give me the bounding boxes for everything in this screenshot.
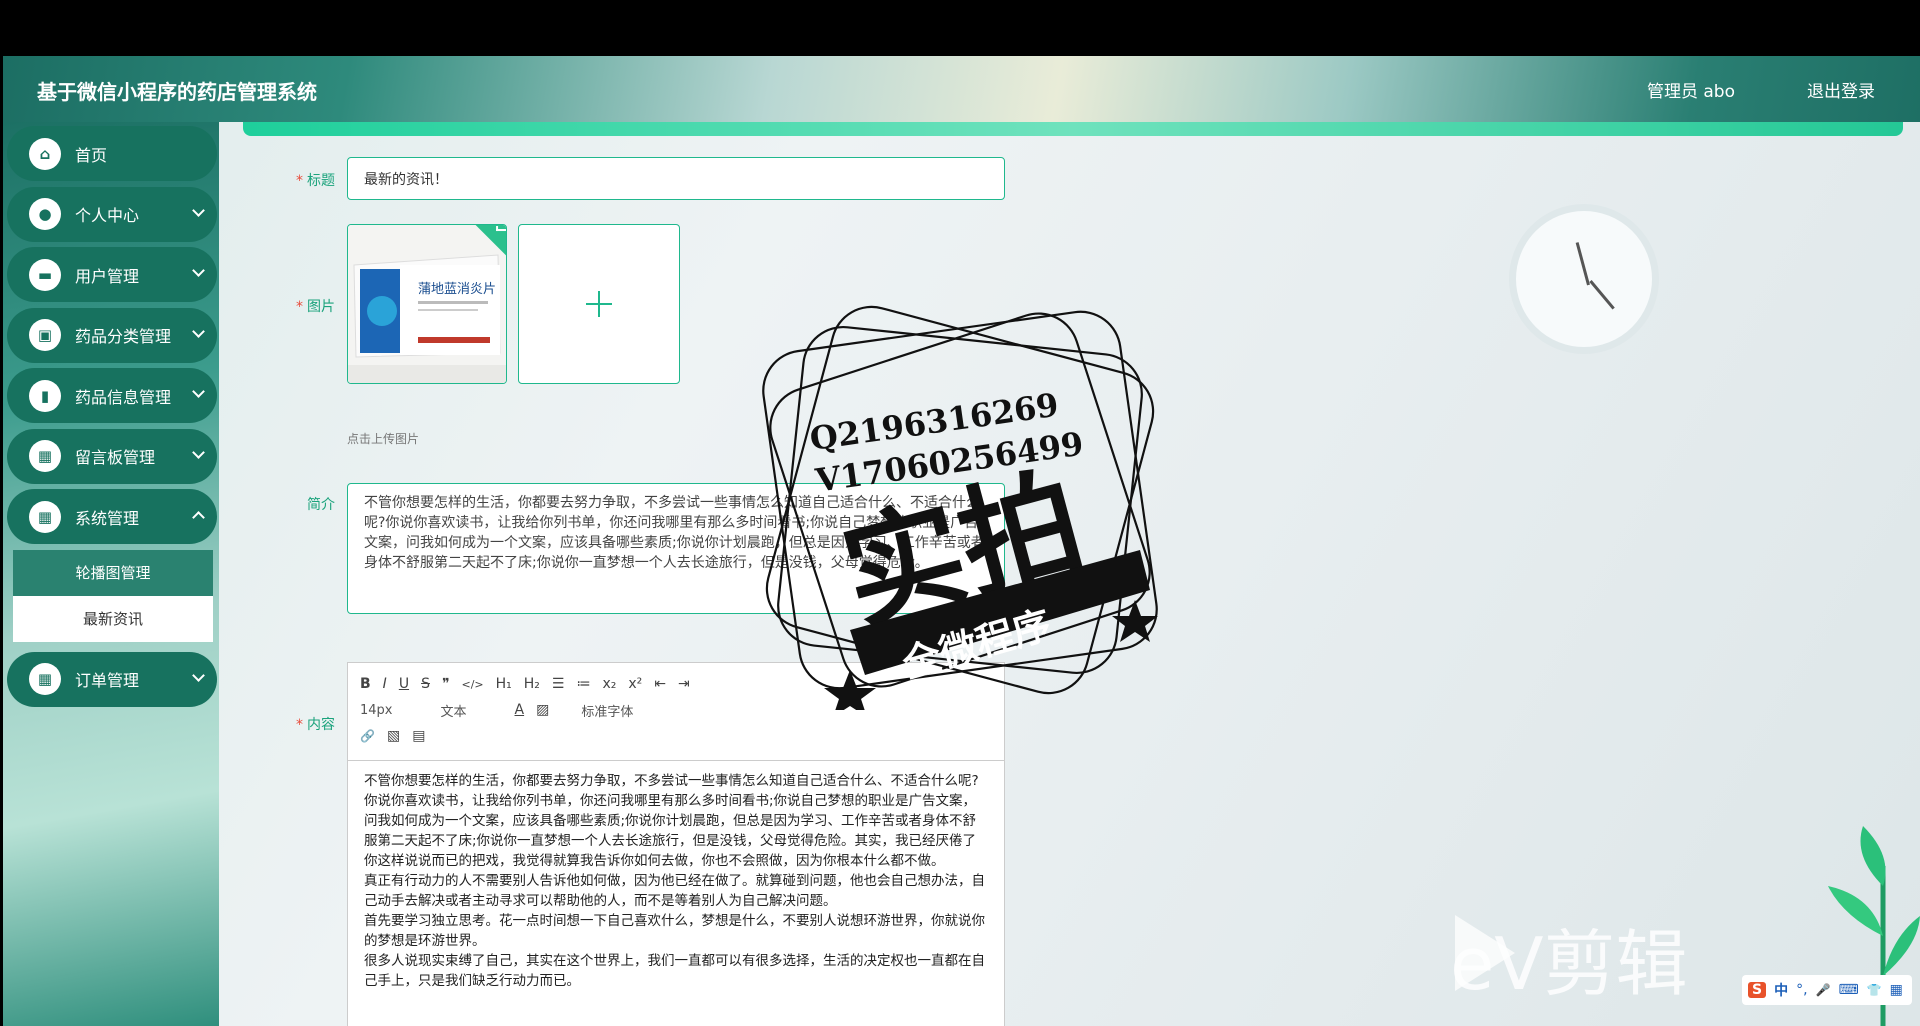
bullet-list-button[interactable]: ≔ — [576, 676, 590, 692]
editor-content[interactable]: 不管你想要怎样的生活，你都要去努力争取，不多尝试一些事情怎么知道自己适合什么、不… — [348, 761, 1004, 1026]
sidebar-item-label: 个人中心 — [75, 206, 140, 225]
sidebar-item-orders[interactable]: ▦ 订单管理 — [7, 651, 217, 707]
chart-icon: ▮ — [29, 379, 61, 412]
chevron-down-icon — [192, 445, 205, 459]
ime-logo-icon[interactable]: S — [1748, 982, 1767, 998]
header: 基于微信小程序的药店管理系统 管理员 abo 退出登录 — [3, 56, 1920, 122]
user-icon: ● — [29, 198, 61, 230]
plus-icon-vertical — [598, 291, 600, 317]
content-paragraph: 真正有行动力的人不需要别人告诉他如何做，因为他已经在做了。就算碰到问题，他也会自… — [364, 873, 985, 909]
italic-button[interactable]: I — [383, 676, 387, 692]
medicine-box-image: 蒲地蓝消炎片 — [348, 225, 506, 383]
background-color-button[interactable]: ▨ — [536, 702, 549, 718]
category-icon: ▣ — [29, 319, 61, 351]
font-family-select[interactable]: 标准字体 — [581, 701, 633, 720]
title-input[interactable]: 最新的资讯！ — [347, 157, 1005, 200]
watermark-stamp: Q2196316269 V17060256499 实拍 全微程序 — [762, 305, 1158, 710]
ime-chinese-toggle[interactable]: 中 — [1774, 980, 1788, 1000]
microphone-icon[interactable]: 🎤 — [1816, 983, 1831, 997]
skin-icon[interactable]: 👕 — [1867, 983, 1882, 997]
app-title: 基于微信小程序的药店管理系统 — [37, 80, 317, 104]
image-icon[interactable]: ▧ — [387, 728, 400, 744]
top-black-bar — [0, 0, 1920, 56]
block-type-select[interactable]: 文本 — [441, 701, 467, 720]
chevron-down-icon — [192, 668, 205, 682]
keyboard-icon[interactable]: ⌨ — [1839, 982, 1859, 998]
admin-label: 管理员 abo — [1646, 82, 1735, 102]
subscript-button[interactable]: x₂ — [602, 676, 616, 692]
logout-link[interactable]: 退出登录 — [1807, 77, 1875, 102]
sidebar-item-profile[interactable]: ● 个人中心 — [7, 186, 217, 242]
sidebar-item-users[interactable]: ▬ 用户管理 — [7, 247, 217, 302]
rich-text-editor: B I U S ❞ </> H₁ H₂ ☰ ≔ x₂ x² ⇤ ⇥ 14px 文… — [347, 662, 1005, 1026]
sidebar-item-label: 首页 — [75, 145, 108, 165]
video-icon[interactable]: ▤ — [412, 728, 425, 744]
submenu-item-carousel[interactable]: 轮播图管理 — [13, 549, 213, 596]
sidebar-menu: ⌂ 首页 ● 个人中心 ▬ 用户管理 ▣ 药品分类管理 ▮ 药品信息管理 ▦ 留… — [7, 126, 219, 712]
medicine-name: 蒲地蓝消炎片 — [418, 282, 496, 297]
blockquote-button[interactable]: ❞ — [442, 676, 450, 692]
system-submenu: 轮播图管理 最新资讯 — [13, 549, 213, 642]
home-icon: ⌂ — [29, 137, 61, 170]
content-paragraph: 首先要学习独立思考。花一点时间想一下自己喜欢什么，梦想是什么，不要别人说想环游世… — [364, 913, 985, 949]
content-label: * 内容 — [296, 717, 335, 733]
submenu-item-news[interactable]: 最新资讯 — [13, 595, 213, 642]
chevron-down-icon — [192, 203, 205, 217]
bold-button[interactable]: B — [360, 676, 371, 692]
link-icon[interactable]: 🔗 — [360, 729, 375, 743]
chevron-up-icon — [192, 511, 205, 524]
sidebar-item-system[interactable]: ▦ 系统管理 — [7, 489, 217, 544]
sidebar-item-label: 用户管理 — [75, 266, 140, 286]
code-button[interactable]: </> — [462, 678, 484, 691]
font-color-button[interactable]: A — [515, 702, 525, 718]
superscript-button[interactable]: x² — [628, 676, 642, 692]
outdent-button[interactable]: ⇤ — [654, 676, 666, 692]
sidebar-item-label: 药品分类管理 — [75, 327, 172, 346]
sidebar-item-home[interactable]: ⌂ 首页 — [7, 126, 217, 181]
uploaded-image-thumbnail[interactable]: 蒲地蓝消炎片 — [347, 224, 507, 384]
grid-icon: ▦ — [29, 663, 61, 695]
content-paragraph: 不管你想要怎样的生活，你都要去努力争取，不多尝试一些事情怎么知道自己适合什么、不… — [364, 773, 979, 789]
chevron-down-icon — [192, 385, 205, 398]
users-icon: ▬ — [29, 258, 61, 291]
indent-button[interactable]: ⇥ — [678, 676, 690, 692]
clock-minute-hand — [1589, 280, 1615, 310]
top-accent-strip — [243, 122, 1903, 136]
image-upload-button[interactable] — [518, 224, 680, 384]
sidebar-item-message-board[interactable]: ▦ 留言板管理 — [7, 428, 217, 484]
video-editor-watermark: eV剪辑 — [1450, 922, 1688, 1006]
grid-icon: ▦ — [29, 440, 61, 472]
font-size-select[interactable]: 14px — [360, 703, 393, 718]
strike-button[interactable]: S — [421, 676, 430, 692]
clock-hour-hand — [1575, 242, 1590, 286]
underline-button[interactable]: U — [399, 676, 409, 692]
sidebar-item-drug-category[interactable]: ▣ 药品分类管理 — [7, 307, 217, 363]
upload-hint: 点击上传图片 — [347, 432, 420, 446]
image-label: * 图片 — [296, 299, 335, 315]
sidebar-item-label: 系统管理 — [75, 508, 140, 528]
content-paragraph: 你说你喜欢读书，让我给你列书单，你还问我哪里有那么多时间看书;你说自己梦想的职业… — [364, 793, 977, 869]
toolbar-row-insert: 🔗 ▧ ▤ — [360, 723, 992, 749]
intro-label: 简介 — [307, 497, 335, 513]
sidebar-item-drug-info[interactable]: ▮ 药品信息管理 — [7, 368, 217, 423]
menu-grid-icon[interactable]: ▦ — [1890, 982, 1903, 998]
chevron-down-icon — [192, 324, 205, 338]
sidebar-item-label: 药品信息管理 — [75, 387, 172, 407]
sidebar-item-label: 留言板管理 — [75, 448, 156, 467]
chevron-down-icon — [192, 264, 205, 277]
clock-decoration — [1509, 204, 1659, 354]
ime-toolbar: S 中 °, 🎤 ⌨ 👕 ▦ — [1742, 975, 1912, 1005]
h1-button[interactable]: H₁ — [496, 676, 512, 692]
sidebar-item-label: 订单管理 — [75, 671, 140, 690]
h2-button[interactable]: H₂ — [524, 676, 540, 692]
ordered-list-button[interactable]: ☰ — [552, 676, 565, 692]
grid-icon: ▦ — [29, 500, 61, 533]
ime-punct-icon[interactable]: °, — [1796, 982, 1807, 998]
title-label: * 标题 — [296, 173, 335, 189]
content-paragraph: 很多人说现实束缚了自己，其实在这个世界上，我们一直都可以有很多选择，生活的决定权… — [364, 953, 985, 989]
